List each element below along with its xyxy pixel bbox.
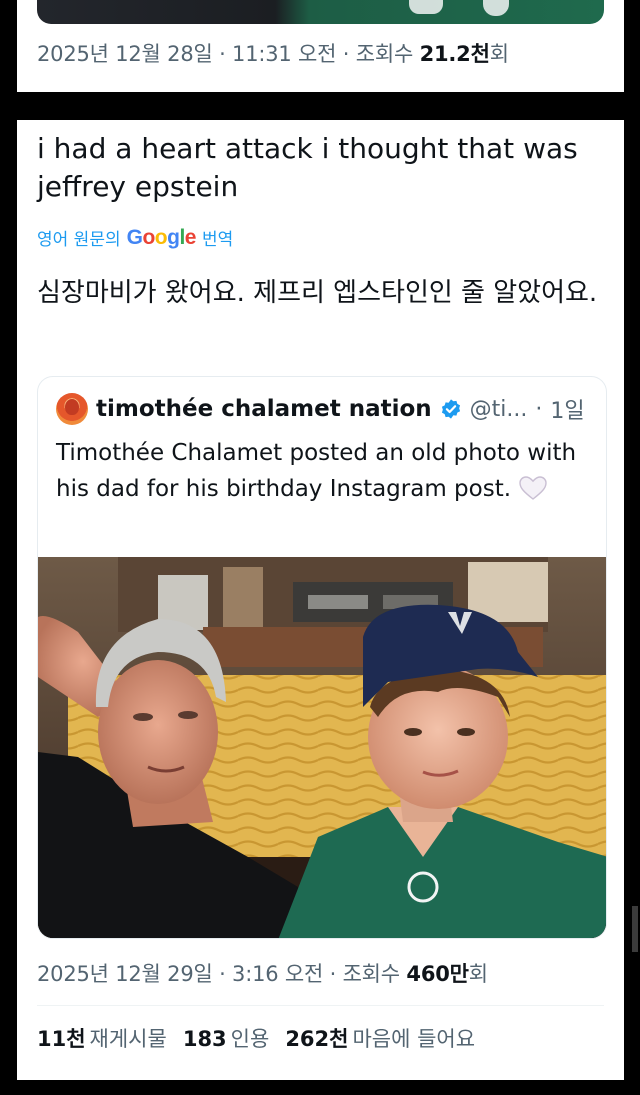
- tweet-time[interactable]: 3:16 오전: [232, 962, 323, 986]
- divider: [37, 1005, 604, 1006]
- reposts-stat[interactable]: 11천 재게시물: [37, 1023, 167, 1053]
- translation-prefix: 영어 원문의: [37, 230, 121, 250]
- quoted-tweet-text: Timothée Chalamet posted an old photo wi…: [56, 440, 577, 502]
- separator: ·: [212, 962, 233, 986]
- translation-suffix: 번역: [201, 230, 234, 250]
- google-logo-letter: o: [154, 225, 168, 249]
- quoted-author-name[interactable]: timothée chalamet nation: [96, 396, 432, 422]
- likes-label: 마음에 들어요: [352, 1027, 476, 1051]
- google-logo-letter: G: [126, 225, 143, 249]
- previous-tweet-media[interactable]: [37, 0, 604, 24]
- quotes-stat[interactable]: 183 인용: [183, 1023, 269, 1053]
- google-logo: Google: [126, 225, 197, 250]
- quotes-label: 인용: [230, 1027, 270, 1051]
- google-logo-letter: e: [184, 225, 197, 249]
- quoted-tweet-text-block: Timothée Chalamet posted an old photo wi…: [56, 435, 586, 507]
- quoted-tweet-age[interactable]: 1일: [550, 393, 584, 425]
- translated-text: 심장마비가 왔어요. 제프리 엡스타인인 줄 알았어요.: [37, 278, 598, 308]
- white-heart-icon: [519, 476, 548, 500]
- separator: ·: [336, 42, 356, 66]
- separator: ·: [323, 962, 343, 986]
- views-count: 21.2천: [419, 42, 490, 66]
- google-logo-letter: o: [142, 225, 155, 249]
- tweet-date[interactable]: 2025년 12월 29일: [37, 962, 213, 986]
- likes-count: 262천: [285, 1027, 349, 1051]
- engagement-stats: 11천 재게시물 183 인용 262천 마음에 들어요: [37, 1023, 475, 1053]
- tweet-date[interactable]: 2025년 12월 28일: [37, 42, 213, 66]
- previous-tweet-meta: 2025년 12월 28일 · 11:31 오전 · 조회수 21.2천회: [37, 38, 509, 68]
- previous-tweet-panel: 2025년 12월 28일 · 11:31 오전 · 조회수 21.2천회: [17, 0, 624, 92]
- quoted-author-avatar[interactable]: [56, 393, 88, 425]
- media-detail: [409, 0, 443, 14]
- google-logo-letter: g: [167, 225, 180, 249]
- scrollbar[interactable]: [632, 906, 638, 952]
- father-son-photo: [38, 557, 606, 938]
- verified-badge-icon: [441, 399, 460, 419]
- reposts-label: 재게시물: [89, 1027, 167, 1051]
- views-label: 조회수: [355, 42, 420, 66]
- quoted-tweet-header: timothée chalamet nation @ti... · 1일: [56, 393, 594, 425]
- quoted-tweet-photo[interactable]: [38, 557, 606, 938]
- media-detail: [483, 0, 509, 16]
- views-label: 조회수: [342, 962, 407, 986]
- quoted-tweet-card[interactable]: timothée chalamet nation @ti... · 1일 Tim…: [37, 376, 607, 939]
- views-suffix: 회: [468, 962, 488, 986]
- reposts-count: 11천: [37, 1027, 86, 1051]
- quoted-author-handle[interactable]: @ti...: [470, 397, 528, 422]
- separator: ·: [212, 42, 233, 66]
- tweet-meta: 2025년 12월 29일 · 3:16 오전 · 조회수 460만회: [37, 958, 488, 988]
- separator: ·: [535, 396, 543, 422]
- tweet-text: i had a heart attack i thought that was …: [37, 132, 578, 203]
- views-count: 460만: [406, 962, 469, 986]
- main-tweet-panel: i had a heart attack i thought that was …: [17, 120, 624, 1080]
- translation-attribution[interactable]: 영어 원문의 Google 번역: [37, 225, 234, 251]
- likes-stat[interactable]: 262천 마음에 들어요: [285, 1023, 475, 1053]
- quotes-count: 183: [182, 1027, 227, 1051]
- views-suffix: 회: [489, 42, 509, 66]
- tweet-time[interactable]: 11:31 오전: [232, 42, 336, 66]
